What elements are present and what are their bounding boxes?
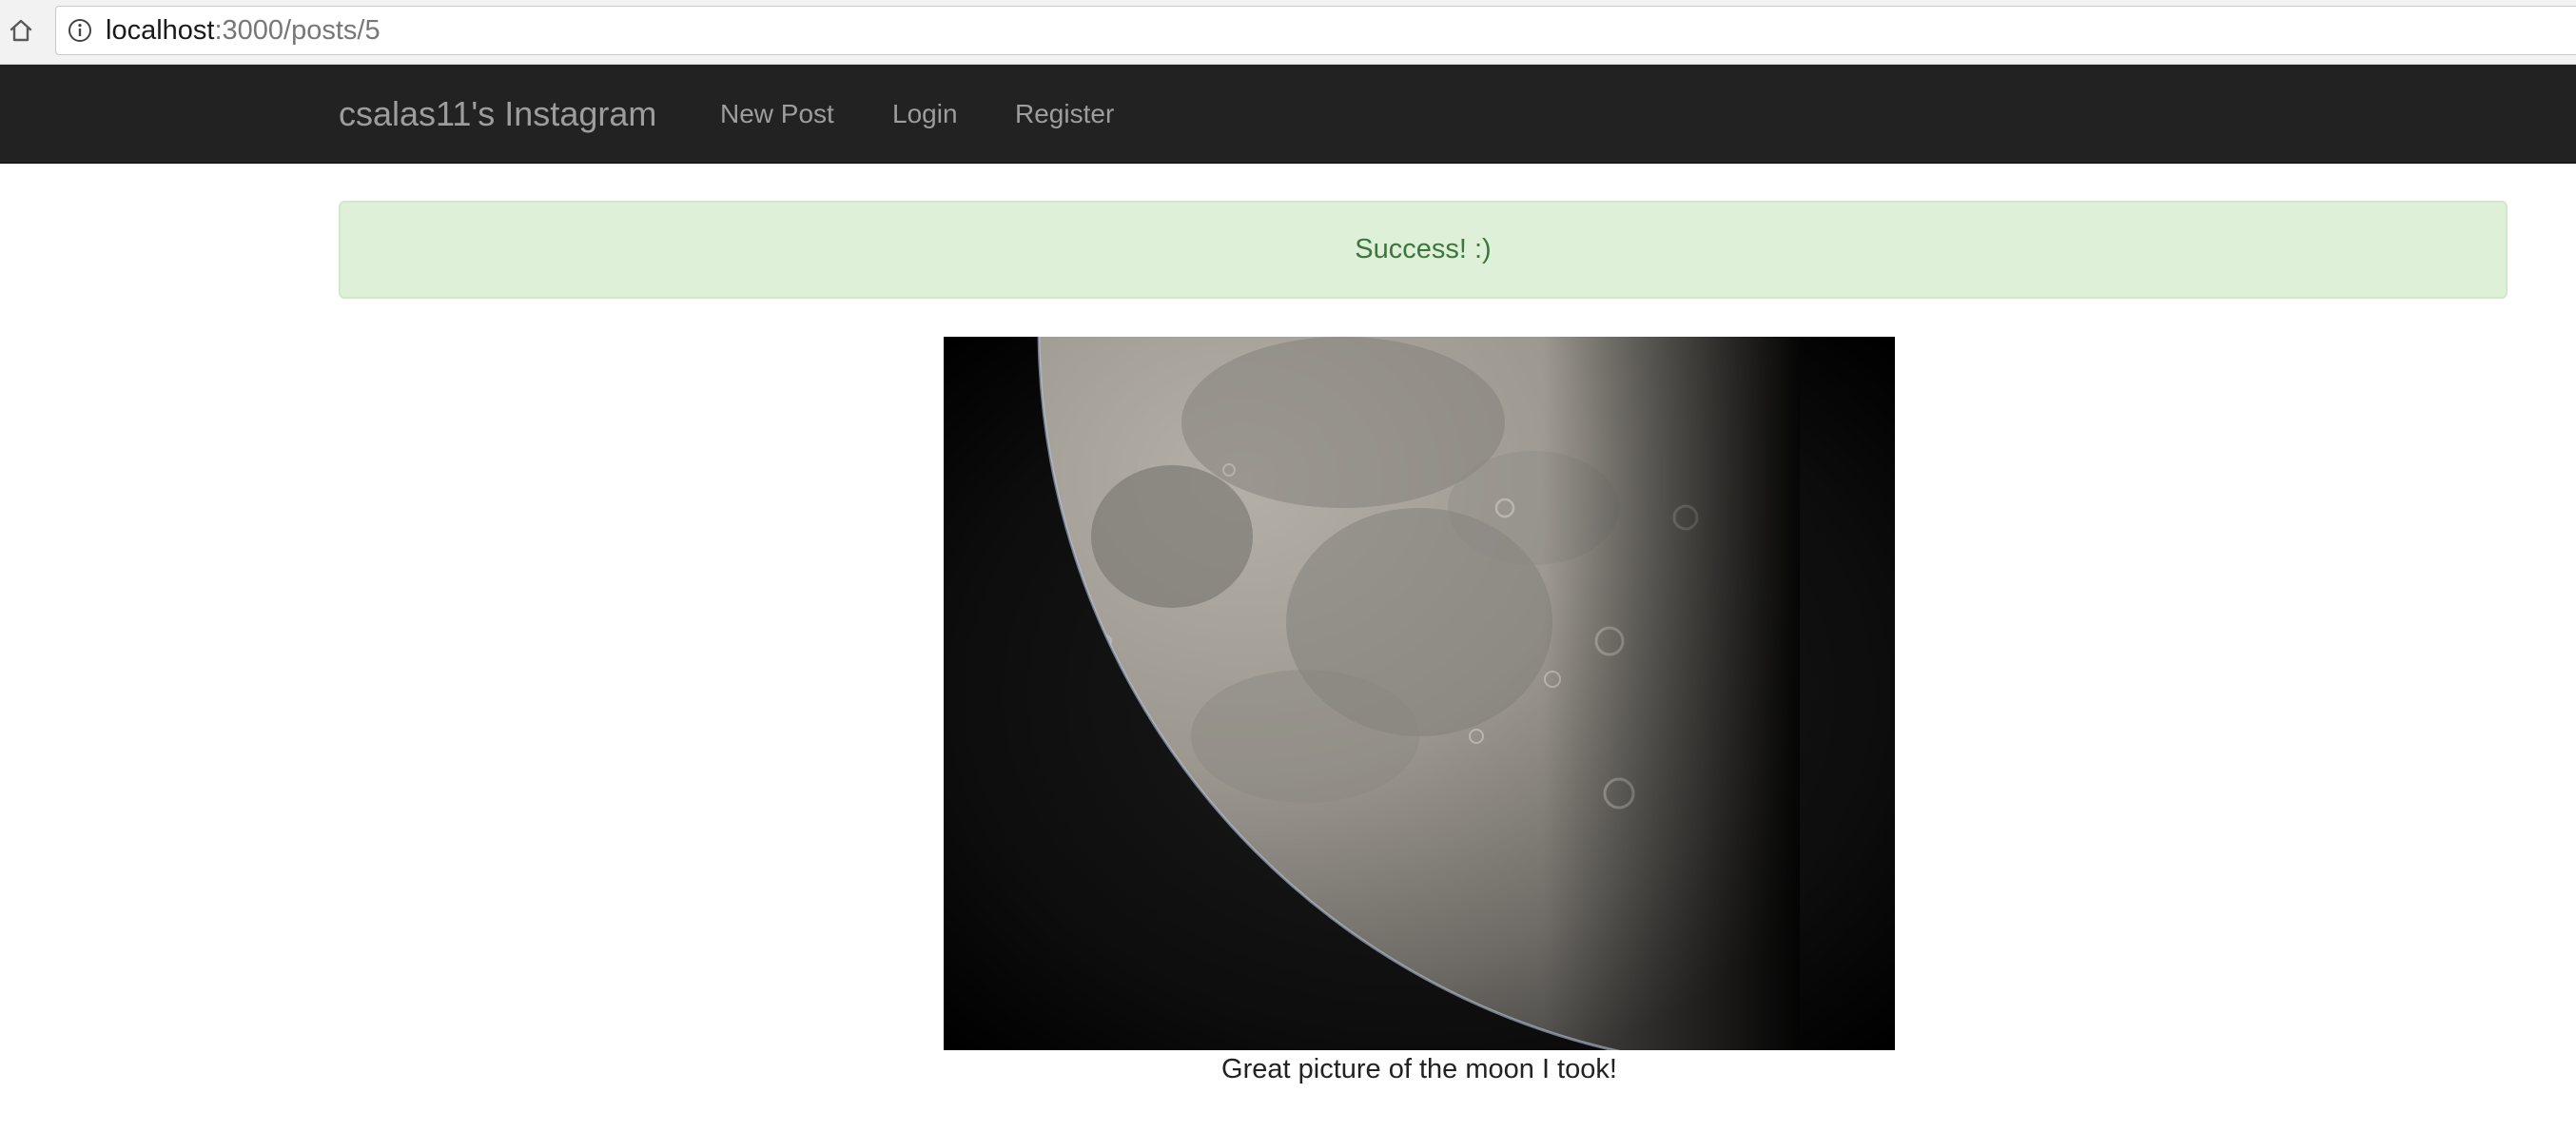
- url-host: localhost: [106, 14, 215, 46]
- url-text: localhost:3000/posts/5: [106, 15, 381, 47]
- url-path: :3000/posts/5: [214, 14, 381, 46]
- address-bar[interactable]: localhost:3000/posts/5: [55, 6, 2576, 55]
- navbar: csalas11's Instagram New Post Login Regi…: [0, 65, 2576, 164]
- post-image: [944, 337, 1895, 1050]
- nav-new-post[interactable]: New Post: [720, 65, 834, 164]
- success-alert: Success! :): [339, 201, 2508, 299]
- nav-login[interactable]: Login: [892, 65, 958, 164]
- brand-link[interactable]: csalas11's Instagram: [339, 65, 656, 164]
- info-icon[interactable]: [68, 18, 92, 43]
- nav-register[interactable]: Register: [1015, 65, 1114, 164]
- post-caption: Great picture of the moon I took!: [1221, 1054, 1617, 1084]
- browser-toolbar: localhost:3000/posts/5: [0, 0, 2576, 65]
- home-icon[interactable]: [4, 13, 38, 48]
- alert-message: Success! :): [1355, 234, 1492, 264]
